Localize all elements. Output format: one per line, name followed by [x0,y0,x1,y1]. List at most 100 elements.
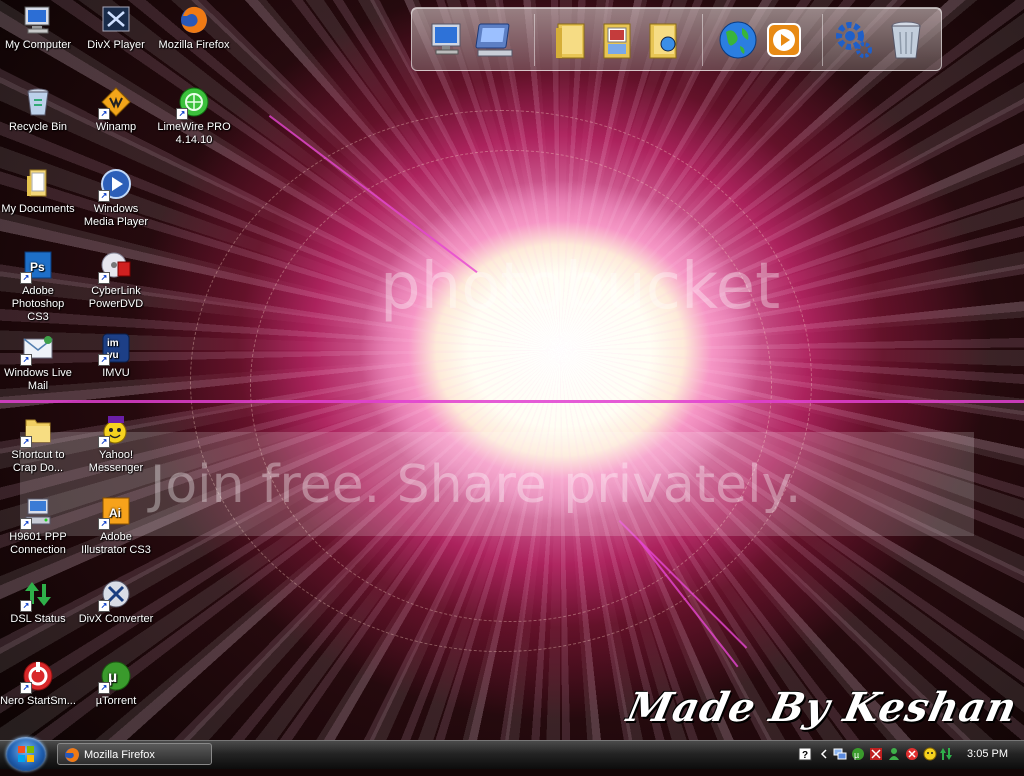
shortcut-arrow-icon: ↗ [20,272,32,284]
taskbar-button-label: Mozilla Firefox [84,749,155,761]
desktop-icon-divx-converter[interactable]: ↗ DivX Converter [78,578,154,626]
nero-icon: ↗ [20,660,54,694]
desktop-icon-my-documents[interactable]: My Documents [0,168,76,216]
desktop-icon-utorrent[interactable]: µ ↗ µTorrent [78,660,154,708]
desktop-icon-dsl-status[interactable]: ↗ DSL Status [0,578,76,626]
shortcut-arrow-icon: ↗ [98,600,110,612]
icon-label: DSL Status [10,613,66,625]
clock[interactable]: 3:05 PM [967,748,1008,760]
divx-player-icon [100,4,132,36]
icon-label: Adobe Illustrator CS3 [81,531,151,556]
desktop-icon-imvu[interactable]: im vu ↗ IMVU [78,332,154,380]
start-button[interactable] [6,737,46,771]
icon-label: DivX Converter [78,613,154,625]
winamp-icon: ↗ [98,86,132,120]
monitor-icon[interactable] [428,18,472,62]
divx-converter-icon: ↗ [98,578,132,612]
trash-can-icon[interactable] [884,18,928,62]
limewire-icon: ↗ [176,86,210,120]
icon-label: Shortcut to Crap Do... [11,449,65,474]
utorrent-tray-icon[interactable]: µ [851,747,865,761]
desktop-icon-adobe-illustrator[interactable]: Ai ↗ Adobe Illustrator CS3 [78,496,154,557]
icon-label: Recycle Bin [8,121,68,133]
icon-label: IMVU [102,367,130,379]
help-icon[interactable]: ? [798,747,812,761]
network-icon[interactable] [833,747,847,761]
chevron-left-icon[interactable] [817,747,831,761]
antivirus-icon[interactable] [869,747,883,761]
icon-label: Winamp [95,121,137,133]
watermark-tagline: Join free. Share privately. [150,455,802,515]
shortcut-arrow-icon: ↗ [98,518,110,530]
photoshop-icon: Ps ↗ [20,250,54,284]
system-tray: ? µ 3:05 PM [793,744,1024,766]
shortcut-arrow-icon: ↗ [20,682,32,694]
desktop-icon-nero[interactable]: ↗ Nero StartSm... [0,660,76,708]
icon-label: My Documents [1,203,75,215]
taskbar-button-firefox[interactable]: Mozilla Firefox [57,743,212,765]
icon-label: My Computer [4,39,72,51]
desktop-icon-h9601-ppp-connection[interactable]: ↗ H9601 PPP Connection [0,496,76,557]
messenger-icon[interactable] [887,747,901,761]
firefox-icon [178,4,210,36]
error-icon[interactable] [905,747,919,761]
network-drive-icon[interactable] [474,18,518,62]
windows-orb-icon [18,746,34,762]
shortcut-arrow-icon: ↗ [20,518,32,530]
dvd-disc-icon: ↗ [98,250,132,284]
desktop-icon-mozilla-firefox[interactable]: Mozilla Firefox [156,4,232,52]
dock-separator [702,14,703,66]
desktop-icon-shortcut-crap-do[interactable]: ↗ Shortcut to Crap Do... [0,414,76,475]
icon-label: Yahoo! Messenger [88,449,144,474]
desktop-icon-recycle-bin[interactable]: Recycle Bin [0,86,76,134]
shortcut-arrow-icon: ↗ [20,354,32,366]
yahoo-tray-icon[interactable] [923,747,937,761]
shortcut-arrow-icon: ↗ [98,682,110,694]
taskbar: Mozilla Firefox ? µ 3:05 PM [0,737,1024,771]
desktop-icon-limewire[interactable]: ↗ LimeWire PRO 4.14.10 [156,86,232,147]
shortcut-arrow-icon: ↗ [98,436,110,448]
yahoo-messenger-icon: ↗ [98,414,132,448]
gear-icon[interactable] [832,18,876,62]
folder-link-icon[interactable] [642,18,686,62]
desktop-icon-powerdvd[interactable]: ↗ CyberLink PowerDVD [78,250,154,311]
media-player-icon[interactable] [762,18,806,62]
shortcut-arrow-icon: ↗ [20,436,32,448]
recycle-bin-icon [22,86,54,118]
desktop-icon-yahoo-messenger[interactable]: ↗ Yahoo! Messenger [78,414,154,475]
desktop-icon-photoshop[interactable]: Ps ↗ Adobe Photoshop CS3 [0,250,76,324]
quick-launch-dock [411,7,942,71]
folder-icon[interactable] [550,18,594,62]
desktop-icon-windows-media-player[interactable]: ↗ Windows Media Player [78,168,154,229]
wallpaper-horizontal-line [0,400,1024,403]
dock-separator [534,14,535,66]
utorrent-icon: µ ↗ [98,660,132,694]
icon-label: Nero StartSm... [0,695,76,707]
shortcut-arrow-icon: ↗ [98,108,110,120]
network-connection-icon: ↗ [20,496,54,530]
icon-label: Adobe Photoshop CS3 [11,285,65,323]
globe-icon[interactable] [716,18,760,62]
shortcut-arrow-icon: ↗ [98,354,110,366]
desktop-icon-winamp[interactable]: ↗ Winamp [78,86,154,134]
desktop-icon-my-computer[interactable]: My Computer [0,4,76,52]
illustrator-icon: Ai ↗ [98,496,132,530]
shortcut-arrow-icon: ↗ [98,272,110,284]
desktop-icon-divx-player[interactable]: DivX Player [78,4,154,52]
wallpaper-ring [250,150,772,622]
shortcut-arrow-icon: ↗ [98,190,110,202]
updown-arrows-icon[interactable] [939,747,953,761]
desktop-icon-windows-live-mail[interactable]: ↗ Windows Live Mail [0,332,76,393]
computer-icon [22,4,54,36]
shortcut-arrow-icon: ↗ [176,108,188,120]
svg-text:im: im [107,338,119,349]
svg-text:?: ? [802,750,808,761]
svg-text:Ps: Ps [30,260,45,274]
shortcut-arrow-icon: ↗ [20,600,32,612]
photobucket-watermark: photobucket [380,250,781,324]
icon-label: DivX Player [87,39,145,51]
pictures-folder-icon[interactable] [596,18,640,62]
icon-label: µTorrent [95,695,137,707]
mail-icon: ↗ [20,332,54,366]
imvu-icon: im vu ↗ [98,332,132,366]
